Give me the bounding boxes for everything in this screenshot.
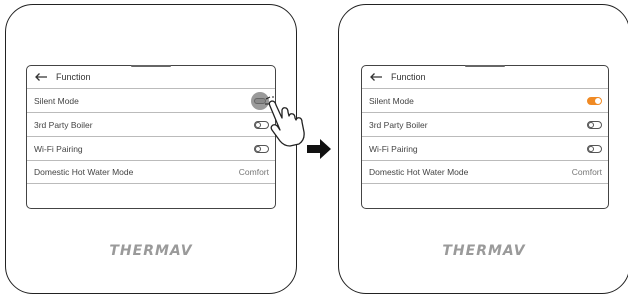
hand-pointer-icon xyxy=(265,96,305,147)
dhw-mode-value: Comfort xyxy=(571,167,602,177)
page-title: Function xyxy=(56,72,91,82)
list-item-wifi-pairing[interactable]: Wi-Fi Pairing xyxy=(362,136,608,160)
list-item-3rd-party-boiler[interactable]: 3rd Party Boiler xyxy=(362,112,608,136)
row-label: Domestic Hot Water Mode xyxy=(34,167,134,177)
page-title: Function xyxy=(391,72,426,82)
pull-bar xyxy=(465,65,505,67)
screen-header: Function xyxy=(362,66,608,88)
list-item-wifi-pairing[interactable]: Wi-Fi Pairing xyxy=(27,136,275,160)
row-label: Wi-Fi Pairing xyxy=(369,143,418,154)
list-item-dhw-mode[interactable]: Domestic Hot Water Mode Comfort xyxy=(362,160,608,184)
list-item-dhw-mode[interactable]: Domestic Hot Water Mode Comfort xyxy=(27,160,275,184)
row-label: Domestic Hot Water Mode xyxy=(369,167,469,177)
device-before: Function Silent Mode 3rd Party Boiler Wi… xyxy=(5,4,297,294)
dhw-mode-value: Comfort xyxy=(238,167,269,177)
list-item-silent-mode[interactable]: Silent Mode xyxy=(362,88,608,112)
brand-logo: THERMAV xyxy=(442,243,526,259)
silent-mode-toggle[interactable] xyxy=(587,96,602,105)
row-label: Wi-Fi Pairing xyxy=(34,143,83,154)
back-arrow-icon[interactable] xyxy=(34,72,48,82)
list-item-silent-mode[interactable]: Silent Mode xyxy=(27,88,275,112)
row-label: Silent Mode xyxy=(34,95,79,106)
device-after: Function Silent Mode 3rd Party Boiler Wi… xyxy=(338,4,628,294)
right-arrow-icon xyxy=(307,139,331,159)
row-label: 3rd Party Boiler xyxy=(34,119,93,130)
row-label: Silent Mode xyxy=(369,95,414,106)
back-arrow-icon[interactable] xyxy=(369,72,383,82)
function-screen: Function Silent Mode 3rd Party Boiler Wi… xyxy=(361,65,609,209)
row-label: 3rd Party Boiler xyxy=(369,119,428,130)
pull-bar xyxy=(131,65,171,67)
boiler-toggle[interactable] xyxy=(587,120,602,129)
screen-header: Function xyxy=(27,66,275,88)
brand-logo: THERMAV xyxy=(109,243,193,259)
list-item-3rd-party-boiler[interactable]: 3rd Party Boiler xyxy=(27,112,275,136)
wifi-pairing-toggle[interactable] xyxy=(587,144,602,153)
function-screen: Function Silent Mode 3rd Party Boiler Wi… xyxy=(26,65,276,209)
